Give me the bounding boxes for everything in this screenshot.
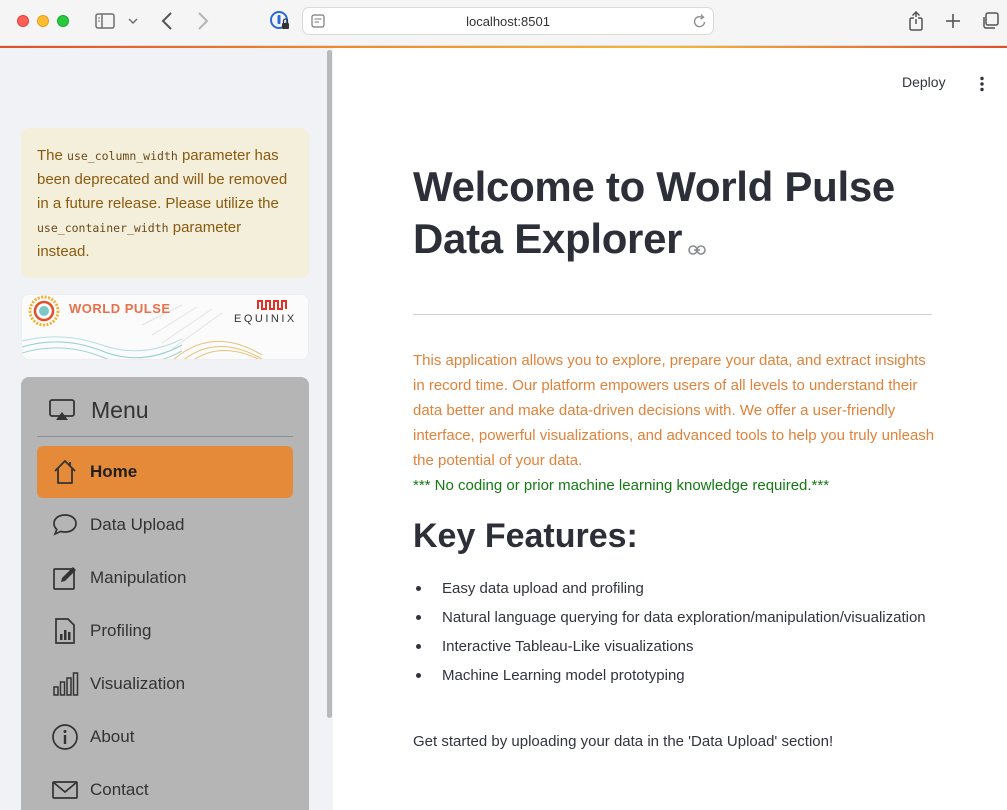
- password-manager-icon[interactable]: [268, 10, 292, 32]
- main-content: Deploy Welcome to World Pulse Data Explo…: [333, 48, 1007, 810]
- forward-icon[interactable]: [194, 10, 212, 32]
- menu-item-label: Visualization: [90, 674, 186, 693]
- menu-item-label: Home: [90, 462, 138, 481]
- deprecation-warning: The use_column_width parameter has been …: [21, 128, 309, 278]
- menu-item-contact[interactable]: Contact: [37, 764, 293, 810]
- intro-paragraph: This application allows you to explore, …: [413, 352, 935, 469]
- close-window-button[interactable]: [17, 15, 29, 27]
- browser-toolbar: localhost:8501: [0, 0, 1007, 46]
- chat-bubble-icon: [51, 511, 79, 539]
- pencil-square-icon: [51, 564, 79, 592]
- warning-text: The: [37, 147, 68, 164]
- menu-header: Menu: [37, 389, 293, 437]
- equinix-wordmark: EQUINIX: [234, 313, 297, 325]
- world-pulse-equinix-banner: WORLD PULSE EQUINIX: [21, 294, 309, 360]
- share-icon[interactable]: [905, 10, 927, 32]
- info-circle-icon: [51, 723, 79, 751]
- address-bar[interactable]: localhost:8501: [302, 7, 714, 35]
- menu-item-manipulation[interactable]: Manipulation: [37, 552, 293, 604]
- divider: [413, 314, 932, 315]
- key-features-heading: Key Features:: [413, 517, 638, 555]
- world-pulse-wordmark: WORLD PULSE: [69, 301, 171, 316]
- menu-item-profiling[interactable]: Profiling: [37, 605, 293, 657]
- list-item: Machine Learning model prototyping: [413, 663, 938, 688]
- menu-item-about[interactable]: About: [37, 711, 293, 763]
- no-coding-note: *** No coding or prior machine learning …: [413, 477, 830, 494]
- list-item: Natural language querying for data explo…: [413, 605, 938, 630]
- menu-title: Menu: [91, 397, 149, 423]
- menu-item-visualization[interactable]: Visualization: [37, 658, 293, 710]
- world-pulse-logo-icon: [28, 295, 60, 327]
- sidebar: The use_column_width parameter has been …: [0, 48, 333, 810]
- bar-chart-icon: [51, 670, 79, 698]
- chevron-down-icon[interactable]: [126, 10, 140, 32]
- menu-item-home[interactable]: Home: [37, 446, 293, 498]
- zoom-window-button[interactable]: [57, 15, 69, 27]
- sidebar-scrollbar[interactable]: [327, 50, 332, 718]
- page-title: Welcome to World Pulse Data Explorer: [413, 161, 943, 268]
- house-icon: [51, 458, 79, 486]
- more-options-icon[interactable]: [974, 76, 990, 92]
- warning-code: use_container_width: [37, 221, 169, 235]
- list-item: Easy data upload and profiling: [413, 576, 938, 601]
- list-item: Interactive Tableau-Like visualizations: [413, 634, 938, 659]
- menu-item-label: About: [90, 727, 135, 746]
- url-text: localhost:8501: [466, 14, 550, 29]
- back-icon[interactable]: [158, 10, 176, 32]
- warning-code: use_column_width: [67, 149, 178, 163]
- minimize-window-button[interactable]: [37, 15, 49, 27]
- reload-icon[interactable]: [693, 13, 707, 34]
- envelope-icon: [51, 776, 79, 804]
- file-bar-chart-icon: [51, 617, 79, 645]
- navigation-menu: Menu Home Data Upload Manipulation Profi: [21, 377, 309, 810]
- new-tab-icon[interactable]: [942, 10, 964, 32]
- anchor-link-icon[interactable]: [688, 216, 707, 268]
- features-list: Easy data upload and profiling Natural l…: [413, 576, 938, 692]
- menu-item-label: Profiling: [90, 621, 152, 640]
- cast-icon: [49, 399, 75, 426]
- page-title-text: Welcome to World Pulse Data Explorer: [413, 163, 895, 262]
- tab-overview-icon[interactable]: [979, 10, 1001, 32]
- menu-item-data-upload[interactable]: Data Upload: [37, 499, 293, 551]
- menu-item-label: Manipulation: [90, 568, 187, 587]
- menu-item-label: Contact: [90, 780, 149, 799]
- deploy-button[interactable]: Deploy: [902, 74, 946, 90]
- get-started-text: Get started by uploading your data in th…: [413, 733, 834, 750]
- equinix-logo-icon: [257, 300, 287, 310]
- menu-item-label: Data Upload: [90, 515, 185, 534]
- sidebar-toggle-icon[interactable]: [94, 10, 116, 32]
